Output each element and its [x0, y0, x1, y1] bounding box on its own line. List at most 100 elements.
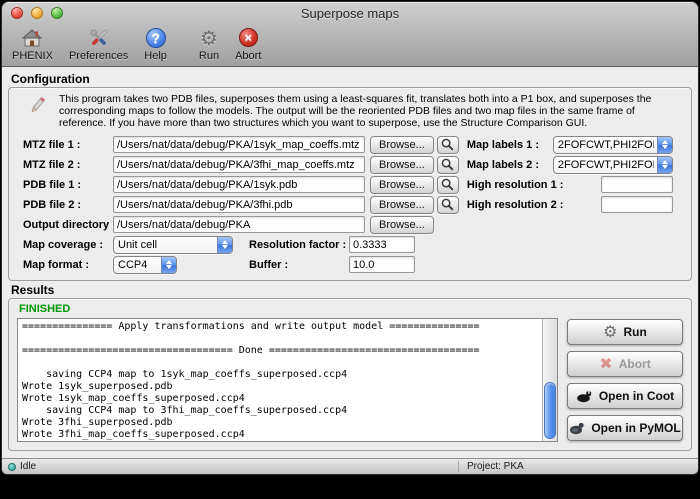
- magnifier-icon: [441, 198, 454, 211]
- mtz-file-2-browse-button[interactable]: Browse...: [370, 156, 434, 174]
- magnifier-icon: [441, 158, 454, 171]
- map-format-dropdown[interactable]: CCP4: [113, 256, 177, 274]
- map-labels-2-dropdown[interactable]: 2FOFCWT,PHI2FOF...: [553, 156, 673, 174]
- run-button[interactable]: ⚙ Run: [567, 319, 683, 345]
- abort-icon: ×: [239, 26, 258, 49]
- map-labels-1-value: 2FOFCWT,PHI2FOF...: [554, 139, 654, 151]
- preferences-tools-icon: [87, 26, 111, 49]
- coot-bird-icon: [576, 389, 593, 403]
- abort-button: ✖ Abort: [567, 351, 683, 377]
- dropdown-stepper-icon: [217, 237, 232, 253]
- toolbar-abort-label: Abort: [235, 50, 261, 62]
- high-resolution-1-input[interactable]: [601, 176, 673, 193]
- high-resolution-2-input[interactable]: [601, 196, 673, 213]
- scrollbar-thumb[interactable]: [544, 382, 556, 440]
- magnifier-icon: [441, 138, 454, 151]
- pdb-file-2-input[interactable]: [113, 196, 365, 213]
- mtz-file-2-inspect-button[interactable]: [437, 156, 459, 174]
- pdb-file-1-browse-button[interactable]: Browse...: [370, 176, 434, 194]
- pdb-file-2-browse-button[interactable]: Browse...: [370, 196, 434, 214]
- mtz-file-1-input[interactable]: [113, 136, 365, 153]
- map-labels-2-label: Map labels 2 :: [467, 159, 553, 171]
- status-indicator-icon: [8, 463, 16, 471]
- resolution-factor-label: Resolution factor :: [249, 239, 349, 251]
- pdb-file-2-label: PDB file 2 :: [23, 199, 113, 211]
- close-button[interactable]: [11, 7, 23, 19]
- minimize-button[interactable]: [31, 7, 43, 19]
- mtz-file-1-inspect-button[interactable]: [437, 136, 459, 154]
- status-text: Idle: [20, 461, 36, 472]
- mtz-file-1-browse-button[interactable]: Browse...: [370, 136, 434, 154]
- dropdown-stepper-icon: [161, 257, 176, 273]
- toolbar-run-label: Run: [199, 50, 219, 62]
- mtz-file-2-input[interactable]: [113, 156, 365, 173]
- map-labels-2-value: 2FOFCWT,PHI2FOF...: [554, 159, 654, 171]
- output-directory-label: Output directory :: [23, 219, 113, 231]
- resolution-factor-input[interactable]: [349, 236, 415, 253]
- titlebar[interactable]: Superpose maps: [2, 2, 698, 24]
- toolbar-preferences-button[interactable]: Preferences: [69, 26, 128, 62]
- window-title: Superpose maps: [301, 6, 399, 21]
- phenix-home-icon: [20, 26, 44, 49]
- toolbar: PHENIX Pref: [2, 24, 698, 66]
- results-section-title: Results: [11, 283, 692, 297]
- high-resolution-1-label: High resolution 1 :: [467, 179, 601, 191]
- mtz-file-2-label: MTZ file 2 :: [23, 159, 113, 171]
- app-window: Superpose maps PHENIX: [1, 1, 699, 475]
- window-controls: [11, 7, 63, 19]
- pdb-file-1-inspect-button[interactable]: [437, 176, 459, 194]
- abort-x-icon: ✖: [599, 357, 612, 371]
- output-directory-input[interactable]: [113, 216, 365, 233]
- toolbar-phenix-label: PHENIX: [12, 50, 53, 62]
- program-description: This program takes two PDB files, superp…: [59, 94, 667, 129]
- output-directory-browse-button[interactable]: Browse...: [370, 216, 434, 234]
- pdb-file-2-inspect-button[interactable]: [437, 196, 459, 214]
- open-in-pymol-button[interactable]: Open in PyMOL: [567, 415, 683, 441]
- results-panel: FINISHED =============== Apply transform…: [8, 298, 692, 451]
- map-labels-1-dropdown[interactable]: 2FOFCWT,PHI2FOF...: [553, 136, 673, 154]
- configuration-section-title: Configuration: [11, 72, 692, 86]
- pdb-file-1-input[interactable]: [113, 176, 365, 193]
- form-row-map-format: Map format : CCP4 Buffer :: [13, 255, 687, 274]
- results-action-buttons: ⚙ Run ✖ Abort Open in: [567, 318, 683, 442]
- form-row-pdb1: PDB file 1 : Browse... High resolution 1…: [13, 175, 687, 194]
- open-in-coot-button[interactable]: Open in Coot: [567, 383, 683, 409]
- console-scrollbar[interactable]: [542, 319, 557, 441]
- run-gear-icon: ⚙: [200, 26, 218, 49]
- configuration-panel: This program takes two PDB files, superp…: [8, 87, 692, 281]
- zoom-button[interactable]: [51, 7, 63, 19]
- form-row-map-coverage: Map coverage : Unit cell Resolution fact…: [13, 235, 687, 254]
- dropdown-stepper-icon: [657, 157, 672, 173]
- toolbar-phenix-button[interactable]: PHENIX: [12, 26, 53, 62]
- toolbar-help-button[interactable]: ? Help: [144, 26, 167, 62]
- form-row-mtz2: MTZ file 2 : Browse... Map labels 2 : 2F…: [13, 155, 687, 174]
- high-resolution-2-label: High resolution 2 :: [467, 199, 601, 211]
- toolbar-abort-button[interactable]: × Abort: [235, 26, 261, 62]
- status-bar: Idle Project: PKA: [2, 458, 698, 474]
- info-icon: [25, 94, 47, 125]
- run-gear-icon: ⚙: [603, 324, 617, 340]
- map-format-value: CCP4: [114, 259, 151, 271]
- map-coverage-dropdown[interactable]: Unit cell: [113, 236, 233, 254]
- buffer-input[interactable]: [349, 256, 415, 273]
- open-in-pymol-label: Open in PyMOL: [591, 421, 680, 435]
- help-icon: ?: [146, 26, 166, 49]
- map-labels-1-label: Map labels 1 :: [467, 139, 553, 151]
- project-label: Project: PKA: [458, 461, 524, 472]
- output-console[interactable]: =============== Apply transformations an…: [17, 318, 558, 442]
- pdb-file-1-label: PDB file 1 :: [23, 179, 113, 191]
- pymol-icon: [569, 421, 585, 435]
- map-coverage-value: Unit cell: [114, 239, 161, 251]
- form-row-mtz1: MTZ file 1 : Browse... Map labels 1 : 2F…: [13, 135, 687, 154]
- abort-button-label: Abort: [619, 357, 651, 371]
- toolbar-preferences-label: Preferences: [69, 50, 128, 62]
- dropdown-stepper-icon: [657, 137, 672, 153]
- console-text: =============== Apply transformations an…: [18, 319, 557, 442]
- status-badge: FINISHED: [19, 303, 683, 315]
- toolbar-run-button[interactable]: ⚙ Run: [199, 26, 219, 62]
- map-coverage-label: Map coverage :: [23, 239, 113, 251]
- toolbar-help-label: Help: [144, 50, 167, 62]
- open-in-coot-label: Open in Coot: [599, 389, 674, 403]
- buffer-label: Buffer :: [249, 259, 349, 271]
- map-format-label: Map format :: [23, 259, 113, 271]
